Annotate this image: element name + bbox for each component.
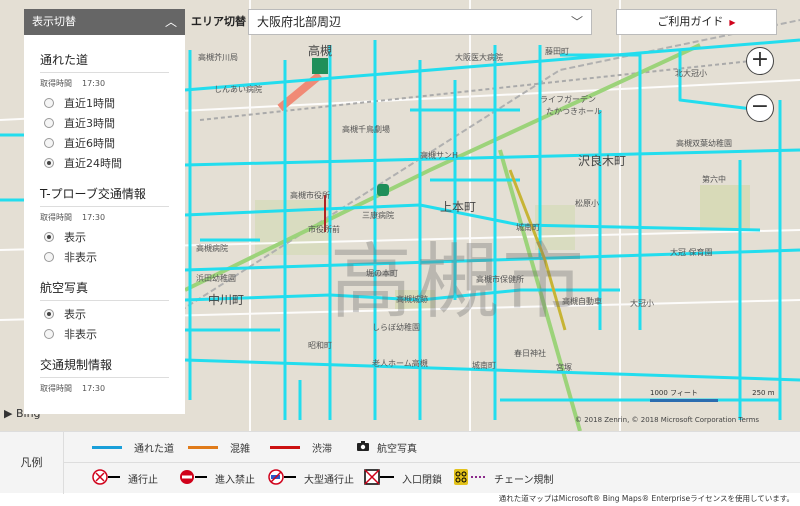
entrance-closed-icon <box>364 469 394 488</box>
guide-button[interactable]: ご利用ガイド ▶ <box>616 9 777 35</box>
map-label: 第六中 <box>702 175 726 184</box>
map-copyright[interactable]: © 2018 Zenrin, © 2018 Microsoft Corporat… <box>575 416 759 424</box>
legend: 凡例 通れた道 混雑 渋滞 航空写真 通行止 進入禁止 大型通行止 入口閉鎖 チ… <box>0 431 800 494</box>
scale-bar <box>650 399 718 402</box>
legend-item-aerial: 航空写真 <box>357 432 417 463</box>
passable-line-sample <box>92 446 122 449</box>
legend-item-passable: 通れた道 <box>92 432 174 463</box>
radio-selected-icon <box>44 158 54 168</box>
radio-selected-icon <box>44 309 54 319</box>
map-label: 北大冠小 <box>675 69 707 78</box>
roads-option-1h[interactable]: 直近1時間 <box>44 93 169 113</box>
large-vehicle-closed-icon <box>268 469 296 488</box>
probe-section-title: T-プローブ交通情報 <box>40 185 169 207</box>
map-label: 城南町 <box>472 361 496 370</box>
map-label: 高槻千鳥劇場 <box>342 125 390 134</box>
scale-ft: 1000 フィート <box>650 389 698 397</box>
roads-option-3h[interactable]: 直近3時間 <box>44 113 169 133</box>
chevron-up-icon: ︿ <box>164 15 177 29</box>
map-label: 高槻双葉幼稚園 <box>676 139 732 148</box>
zoom-in-button[interactable]: + <box>746 47 774 75</box>
roads-acq-time: 取得時間 17:30 <box>40 79 106 88</box>
legend-item-closed: 通行止 <box>92 463 158 494</box>
regulation-section-title: 交通規制情報 <box>40 356 169 378</box>
map-label: たかつきホール <box>546 107 602 116</box>
map-label: 宮塚 <box>556 363 572 372</box>
camera-icon <box>357 441 369 454</box>
map-label: 高槻 <box>308 44 333 58</box>
map-label: 大冠小 <box>630 299 654 308</box>
map-label: 松原小 <box>575 199 599 208</box>
aerial-option-hide[interactable]: 非表示 <box>44 324 169 344</box>
probe-acq-time: 取得時間 17:30 <box>40 213 106 222</box>
map-label: しんあい病院 <box>214 85 262 94</box>
legend-item-entrance-closed: 入口閉鎖 <box>364 463 442 494</box>
map-label: ライフガーデン <box>540 95 596 104</box>
app-root: 高槻市 高槻芥川局 しんあい病院 高槻 大阪医大病院 藤田町 北大冠小 ライフガ… <box>0 0 800 506</box>
map-label: 昭和町 <box>308 341 332 350</box>
map-label: 高槻芥川局 <box>198 53 238 62</box>
panel-toggle-button[interactable]: 表示切替 ︿ <box>24 9 185 35</box>
map-label: 堀の本町 <box>366 269 398 278</box>
map-label: 上本町 <box>440 200 477 214</box>
map-label: 浜田幼稚園 <box>196 274 236 283</box>
map-label: 中川町 <box>208 293 245 307</box>
probe-option-show[interactable]: 表示 <box>44 227 169 247</box>
aerial-section-title: 航空写真 <box>40 279 169 301</box>
bing-icon: ▶ <box>4 407 13 420</box>
map-label: 藤田町 <box>545 47 569 56</box>
map-label: 高槻市役所 <box>290 191 330 200</box>
probe-option-hide[interactable]: 非表示 <box>44 247 169 267</box>
map-label: 高槻市保健所 <box>476 275 524 284</box>
congested-line-sample <box>188 446 218 449</box>
road-closed-icon <box>92 469 120 488</box>
jam-line-sample <box>270 446 300 449</box>
radio-icon <box>44 329 54 339</box>
scale-m: 250 m <box>752 389 775 397</box>
legend-item-chain: チェーン規制 <box>454 463 554 494</box>
map-label: しらぼ幼稚園 <box>372 323 420 332</box>
map-label: 高槻城跡 <box>396 295 428 304</box>
regulation-acq-time: 取得時間 17:30 <box>40 384 106 393</box>
license-footer: 通れた道マップはMicrosoft® Bing Maps® Enterprise… <box>498 494 794 503</box>
radio-icon <box>44 252 54 262</box>
roads-section-title: 通れた道 <box>40 51 169 73</box>
map-label: 高槻病院 <box>196 244 228 253</box>
map-label: 三康病院 <box>362 211 394 220</box>
radio-icon <box>44 98 54 108</box>
radio-icon <box>44 138 54 148</box>
map-label: 高槻自動車 <box>562 297 602 306</box>
radio-icon <box>44 118 54 128</box>
no-entry-icon <box>179 469 207 488</box>
display-settings-panel: 通れた道 取得時間 17:30 直近1時間 直近3時間 直近6時間 直近24時間 … <box>24 35 185 414</box>
map-label: 春日神社 <box>514 349 546 358</box>
roads-option-24h[interactable]: 直近24時間 <box>44 153 169 173</box>
area-select[interactable]: 大阪府北部周辺 ﹀ <box>248 9 592 35</box>
area-switch-label: エリア切替 <box>191 15 246 28</box>
chain-regulation-icon <box>454 469 486 488</box>
legend-item-no-entry: 進入禁止 <box>179 463 255 494</box>
arrow-right-icon: ▶ <box>729 18 736 27</box>
radio-selected-icon <box>44 232 54 242</box>
roads-option-6h[interactable]: 直近6時間 <box>44 133 169 153</box>
map-label: 沢良木町 <box>578 154 627 168</box>
legend-row-lines: 通れた道 混雑 渋滞 航空写真 <box>64 432 800 463</box>
aerial-option-show[interactable]: 表示 <box>44 304 169 324</box>
map-label: 大阪医大病院 <box>455 53 503 62</box>
legend-title: 凡例 <box>0 432 64 494</box>
legend-item-large-closed: 大型通行止 <box>268 463 354 494</box>
chevron-down-icon: ﹀ <box>570 15 583 29</box>
map-label: 城南町 <box>516 223 540 232</box>
map-label: 老人ホーム高槻 <box>372 359 428 368</box>
legend-row-symbols: 通行止 進入禁止 大型通行止 入口閉鎖 チェーン規制 <box>64 463 800 494</box>
legend-item-congested: 混雑 <box>188 432 250 463</box>
map-label: 市役所前 <box>308 225 340 234</box>
legend-item-jam: 渋滞 <box>270 432 332 463</box>
zoom-out-button[interactable]: − <box>746 94 774 122</box>
map-scale: 1000 フィート 250 m <box>650 388 775 402</box>
map-label: 高槻サンH <box>420 151 459 160</box>
map-label: 大冠 保育園 <box>670 248 713 257</box>
